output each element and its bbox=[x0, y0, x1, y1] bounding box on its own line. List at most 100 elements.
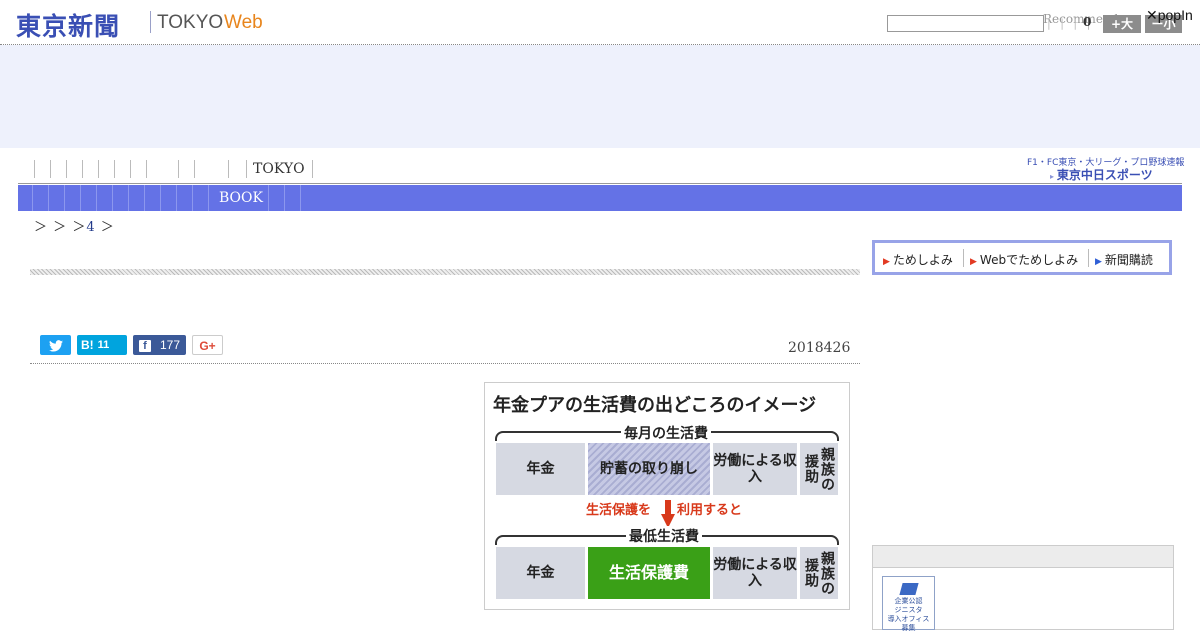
article-title-rule bbox=[30, 269, 860, 275]
breadcrumb-link[interactable]: 4 bbox=[86, 220, 95, 235]
down-arrow-icon bbox=[661, 500, 675, 528]
monthly-label: 毎月の生活費 bbox=[621, 423, 711, 443]
logo-divider bbox=[150, 11, 151, 33]
nav-item[interactable] bbox=[146, 160, 147, 178]
nav-item[interactable] bbox=[246, 160, 247, 178]
nav-item[interactable] bbox=[114, 160, 115, 178]
popin-label: popIn bbox=[1157, 7, 1193, 23]
triangle-icon: ▶ bbox=[1095, 257, 1102, 267]
article-date: 2018426 bbox=[788, 340, 851, 356]
category-item[interactable] bbox=[80, 185, 81, 211]
facebook-share-button[interactable]: f 177 bbox=[133, 335, 186, 355]
web-trial-read-label: Webでためしよみ bbox=[979, 253, 1079, 267]
nav-item-tokyo[interactable]: TOKYO bbox=[253, 161, 305, 177]
subscribe-label: 新聞購読 bbox=[1104, 253, 1153, 267]
sports-logo[interactable]: ▸ 東京中日スポーツ bbox=[1050, 166, 1153, 183]
search-input[interactable] bbox=[887, 15, 1044, 32]
row2-labor-cell: 労働による収入 bbox=[713, 547, 797, 599]
site-header: 東京新聞 TOKYO Web Recommend | | | | 0 +大 ー小… bbox=[0, 0, 1200, 45]
row2-pension-cell: 年金 bbox=[496, 547, 585, 599]
row1-family-cell: 親族の援助 bbox=[800, 443, 838, 495]
breadcrumb: ＞ ＞ ＞4 ＞ bbox=[34, 216, 115, 235]
row2-family-cell: 親族の援助 bbox=[800, 547, 838, 599]
nav-item[interactable] bbox=[312, 160, 313, 178]
nav-item[interactable] bbox=[50, 160, 51, 178]
infographic-title: 年金プアの生活費の出どころのイメージ bbox=[493, 395, 817, 416]
arrow-text-left: 生活保護を bbox=[586, 503, 652, 518]
popin-close-button[interactable]: ✕popIn bbox=[1146, 7, 1193, 24]
breadcrumb-separator: ＞ bbox=[53, 220, 68, 235]
nav-item[interactable] bbox=[66, 160, 67, 178]
site-logo[interactable]: 東京新聞 bbox=[16, 7, 120, 43]
trial-read-link[interactable]: ▶ ためしよみ bbox=[883, 251, 953, 268]
font-large-button[interactable]: +大 bbox=[1103, 15, 1141, 33]
category-item[interactable] bbox=[144, 185, 145, 211]
breadcrumb-separator: ＞ bbox=[100, 220, 115, 235]
category-item[interactable] bbox=[300, 185, 301, 211]
twitter-share-button[interactable] bbox=[40, 335, 71, 355]
arrow-icon: ▸ bbox=[1050, 172, 1057, 181]
nav-item[interactable] bbox=[98, 160, 99, 178]
category-item[interactable] bbox=[192, 185, 193, 211]
trial-read-label: ためしよみ bbox=[892, 253, 953, 267]
share-count: 0 bbox=[1083, 15, 1092, 29]
minimum-label: 最低生活費 bbox=[626, 526, 702, 546]
category-item[interactable] bbox=[128, 185, 129, 211]
category-item[interactable] bbox=[112, 185, 113, 211]
logo-tokyo-text[interactable]: TOKYO bbox=[157, 12, 223, 34]
row2-welfare-cell: 生活保護費 bbox=[588, 547, 710, 599]
category-item-book[interactable]: BOOK bbox=[219, 190, 263, 206]
row1-labor-cell: 労働による収入 bbox=[713, 443, 797, 495]
nav-item[interactable] bbox=[82, 160, 83, 178]
category-item[interactable] bbox=[64, 185, 65, 211]
row1-savings-cell: 貯蓄の取り崩し bbox=[588, 443, 710, 495]
banner-text: 募集 bbox=[901, 624, 916, 632]
triangle-icon: ▶ bbox=[883, 257, 890, 267]
office-recruit-banner[interactable]: 企業公認 ジニスタ 導入オフィス 募集 bbox=[882, 576, 935, 632]
banner-text: 導入オフィス bbox=[887, 615, 930, 623]
nav-item[interactable] bbox=[194, 160, 195, 178]
category-item[interactable] bbox=[160, 185, 161, 211]
close-icon: ✕ bbox=[1146, 7, 1158, 23]
category-item[interactable] bbox=[284, 185, 285, 211]
web-trial-read-link[interactable]: ▶ Webでためしよみ bbox=[970, 251, 1078, 268]
category-item[interactable] bbox=[176, 185, 177, 211]
category-item[interactable] bbox=[208, 185, 209, 211]
nav-item[interactable] bbox=[228, 160, 229, 178]
nav-item[interactable] bbox=[178, 160, 179, 178]
logo-mark-icon bbox=[898, 583, 919, 595]
category-nav bbox=[18, 185, 1182, 211]
nav-divider bbox=[18, 183, 1182, 184]
facebook-count: 177 bbox=[159, 338, 181, 352]
sidebar-box-header bbox=[873, 546, 1173, 568]
sidebar-box: 企業公認 ジニスタ 導入オフィス 募集 bbox=[872, 545, 1174, 632]
article-infographic: 年金プアの生活費の出どころのイメージ 毎月の生活費 年金 貯蓄の取り崩し 労働に… bbox=[484, 382, 850, 610]
hatena-count: 11 bbox=[97, 339, 110, 351]
banner-text: 企業公認 bbox=[894, 597, 923, 605]
gplus-share-button[interactable]: G+ bbox=[192, 335, 223, 355]
hatena-bookmark-button[interactable]: B! 11 bbox=[77, 335, 127, 355]
logo-web-text[interactable]: Web bbox=[224, 12, 263, 34]
article-date-rule bbox=[30, 363, 860, 364]
category-item[interactable] bbox=[268, 185, 269, 211]
sports-logo-text: 東京中日スポーツ bbox=[1056, 168, 1153, 182]
nav-item[interactable] bbox=[130, 160, 131, 178]
subscription-links: ▶ ためしよみ ▶ Webでためしよみ ▶ 新聞購読 bbox=[872, 240, 1172, 275]
category-item[interactable] bbox=[96, 185, 97, 211]
hatena-icon: B! bbox=[81, 338, 94, 352]
facebook-icon: f bbox=[138, 339, 151, 352]
link-divider bbox=[963, 249, 964, 267]
breadcrumb-separator: ＞ bbox=[34, 220, 49, 235]
triangle-icon: ▶ bbox=[970, 257, 977, 267]
arrow-text-right: 利用すると bbox=[677, 503, 743, 518]
twitter-icon bbox=[48, 339, 63, 352]
breadcrumb-separator: ＞ bbox=[72, 220, 87, 235]
ad-banner-area[interactable] bbox=[0, 45, 1200, 148]
category-item[interactable] bbox=[48, 185, 49, 211]
nav-item[interactable] bbox=[34, 160, 35, 178]
link-divider bbox=[1088, 249, 1089, 267]
row1-pension-cell: 年金 bbox=[496, 443, 585, 495]
subscribe-link[interactable]: ▶ 新聞購読 bbox=[1095, 251, 1153, 268]
category-item[interactable] bbox=[32, 185, 33, 211]
banner-text: ジニスタ bbox=[894, 606, 923, 614]
